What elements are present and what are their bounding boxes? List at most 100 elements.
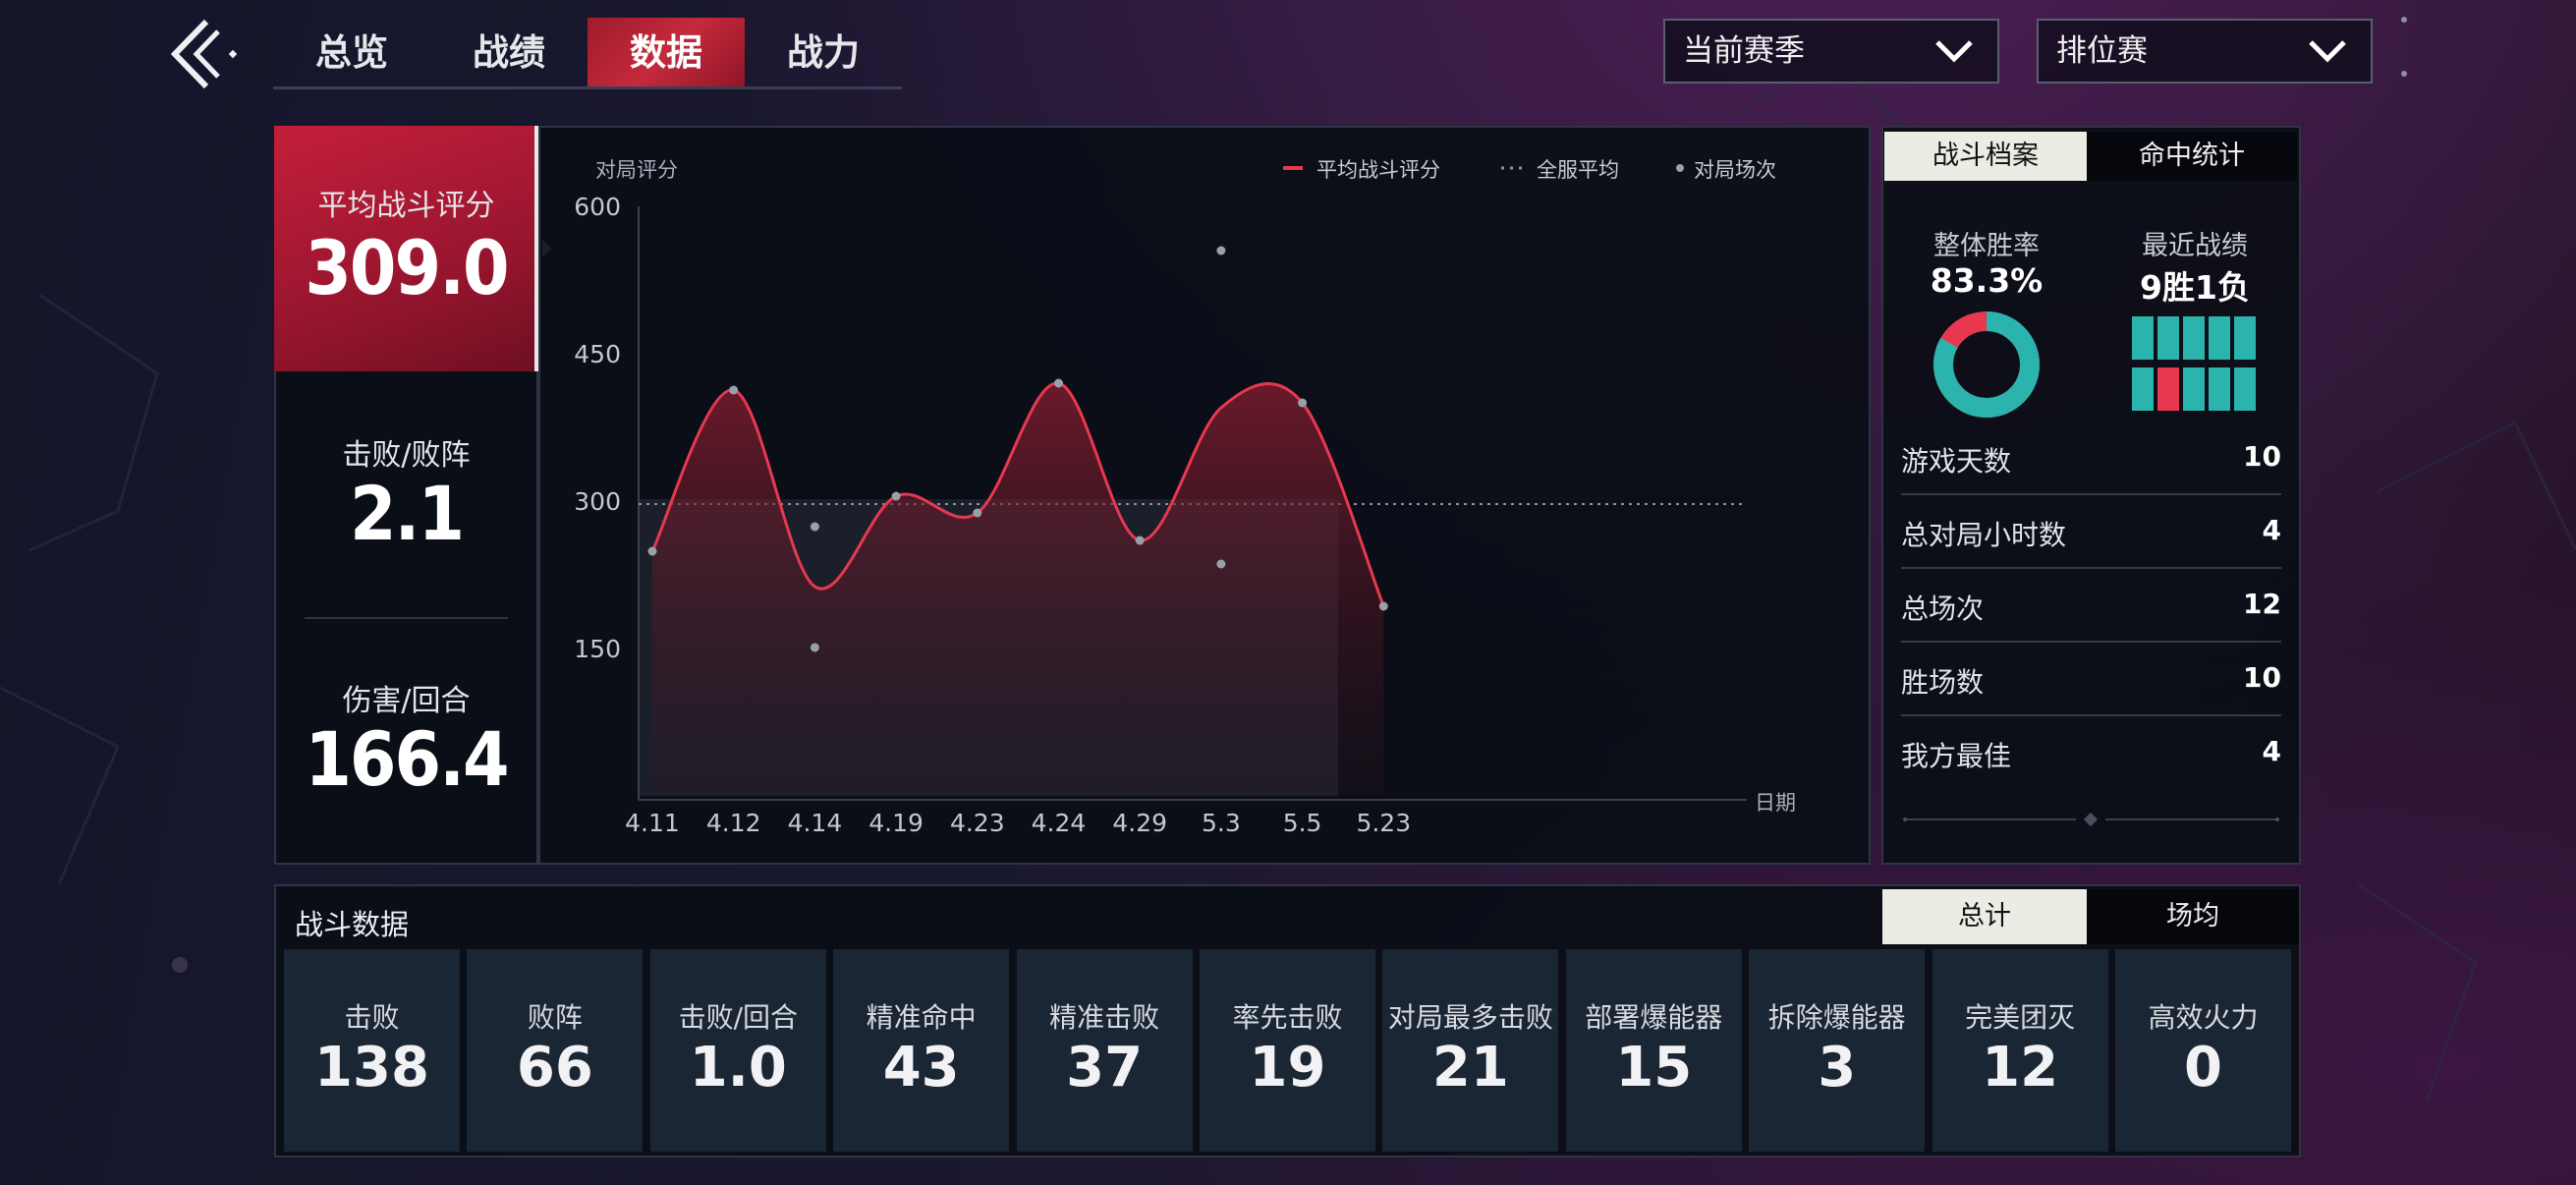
tab-overview[interactable]: 总览: [273, 18, 430, 88]
tab-power[interactable]: 战力: [745, 18, 902, 88]
stat-card-value: 43: [882, 1036, 960, 1100]
stat-card-value: 15: [1615, 1036, 1693, 1100]
win-rate-donut: [1933, 311, 2040, 418]
stat-card: 部署爆能器 15: [1565, 949, 1742, 1152]
y-axis-label: 对局评分: [595, 158, 678, 182]
avg-rating-card[interactable]: 平均战斗评分 309.0: [274, 126, 538, 371]
stat-card: 率先击败 19: [1200, 949, 1375, 1152]
stat-card-label: 精准击败: [1049, 1001, 1160, 1034]
x-tick-label: 4.12: [706, 809, 761, 837]
season-dropdown-value: 当前赛季: [1683, 33, 1805, 69]
chevron-down-icon: [1935, 40, 1973, 63]
legend-item-server-avg: 全服平均: [1537, 158, 1619, 182]
panel-divider-ornament: [1903, 812, 2279, 827]
result-win: [2234, 367, 2256, 411]
result-win: [2234, 316, 2256, 360]
stat-card: 精准击败 37: [1016, 949, 1193, 1152]
stat-card: 完美团灭 12: [1932, 949, 2108, 1152]
main-tabs: 总览 战绩 数据 战力: [273, 18, 902, 90]
stat-card-label: 对局最多击败: [1387, 1001, 1553, 1034]
stat-card-value: 3: [1818, 1036, 1857, 1100]
avg-rating-label: 平均战斗评分: [317, 189, 495, 223]
stat-card: 高效火力 0: [2115, 949, 2291, 1152]
tab-total[interactable]: 总计: [1882, 889, 2087, 944]
stat-card: 击败/回合 1.0: [649, 949, 826, 1152]
match-point[interactable]: [973, 508, 982, 518]
x-tick-label: 4.19: [868, 809, 924, 837]
stat-card-value: 0: [2184, 1036, 2222, 1100]
row-matches: 总场次 12: [1901, 570, 2281, 643]
match-point[interactable]: [1378, 601, 1388, 611]
result-win: [2132, 367, 2154, 411]
stat-card-label: 拆除爆能器: [1767, 1001, 1906, 1034]
stat-card-label: 败阵: [527, 1001, 583, 1034]
row-days: 游戏天数 10: [1901, 423, 2281, 495]
result-win: [2132, 316, 2154, 360]
result-win: [2209, 367, 2230, 411]
row-wins: 胜场数 10: [1901, 644, 2281, 716]
back-arrow-icon[interactable]: [165, 18, 244, 90]
stat-card-label: 率先击败: [1232, 1001, 1343, 1034]
stat-card: 拆除爆能器 3: [1749, 949, 1926, 1152]
combat-data-title: 战斗数据: [295, 908, 410, 941]
x-tick-label: 4.23: [950, 809, 1005, 837]
tab-data[interactable]: 数据: [588, 18, 745, 88]
tab-hit-stats[interactable]: 命中统计: [2087, 132, 2297, 181]
dmg-label: 伤害/回合: [342, 684, 471, 718]
win-rate-value: 83.3%: [1930, 261, 2044, 300]
y-tick-label: 150: [574, 635, 621, 663]
y-tick-label: 300: [574, 487, 621, 516]
row-mvp: 我方最佳 4: [1901, 735, 2281, 772]
result-win: [2157, 316, 2179, 360]
tabs-underline: [273, 86, 902, 89]
recent-label: 最近战绩: [2142, 231, 2248, 261]
chevron-down-icon: [2309, 40, 2346, 63]
dmg-value: 166.4: [305, 715, 509, 803]
x-tick-label: 4.24: [1032, 809, 1087, 837]
x-tick-label: 5.3: [1202, 809, 1241, 837]
stat-card-value: 1.0: [689, 1036, 787, 1100]
result-loss: [2157, 367, 2179, 411]
row-hours: 总对局小时数 4: [1901, 496, 2281, 569]
stat-card-value: 21: [1431, 1036, 1509, 1100]
mode-dropdown[interactable]: 排位赛: [2037, 19, 2373, 84]
match-point[interactable]: [1054, 378, 1063, 388]
match-point[interactable]: [1135, 536, 1145, 545]
result-win: [2183, 367, 2205, 411]
legend-item-matches: 对局场次: [1694, 158, 1776, 182]
match-point[interactable]: [891, 491, 901, 501]
stat-card-label: 击败: [344, 1001, 400, 1034]
stat-card: 精准命中 43: [833, 949, 1010, 1152]
match-point[interactable]: [1216, 246, 1226, 255]
win-rate-label: 整体胜率: [1933, 231, 2040, 261]
match-point[interactable]: [647, 546, 657, 556]
mode-dropdown-value: 排位赛: [2056, 33, 2148, 69]
stat-card: 对局最多击败 21: [1382, 949, 1559, 1152]
result-win: [2183, 316, 2205, 360]
season-dropdown[interactable]: 当前赛季: [1663, 19, 1999, 84]
tab-battle-profile[interactable]: 战斗档案: [1884, 132, 2087, 181]
tab-per-match[interactable]: 场均: [2087, 889, 2299, 944]
stat-card-label: 部署爆能器: [1585, 1001, 1723, 1034]
rating-chart: 600 450 300 150 4.11 4.12 4.14 4.19 4.23 4.24 4.29…: [574, 158, 1796, 837]
y-tick-label: 600: [574, 193, 621, 221]
match-point[interactable]: [810, 643, 819, 652]
avg-rating-value: 309.0: [305, 224, 509, 311]
match-point[interactable]: [729, 385, 739, 395]
x-tick-label: 5.23: [1356, 809, 1411, 837]
match-point[interactable]: [810, 522, 819, 532]
stat-card-value: 138: [314, 1036, 429, 1100]
x-axis-label: 日期: [1755, 791, 1796, 815]
recent-results-grid: [2132, 316, 2260, 413]
stat-card-label: 精准命中: [866, 1001, 977, 1034]
stat-card-label: 完美团灭: [1965, 1001, 2076, 1034]
x-tick-label: 4.11: [625, 809, 680, 837]
divider: [305, 617, 508, 619]
tab-records[interactable]: 战绩: [430, 18, 588, 88]
stat-card-label: 高效火力: [2148, 1001, 2259, 1034]
match-point[interactable]: [1216, 559, 1226, 569]
x-tick-label: 4.29: [1112, 809, 1167, 837]
stat-card: 败阵 66: [467, 949, 644, 1152]
match-point[interactable]: [1298, 398, 1308, 408]
stat-card-label: 击败/回合: [678, 1001, 799, 1034]
